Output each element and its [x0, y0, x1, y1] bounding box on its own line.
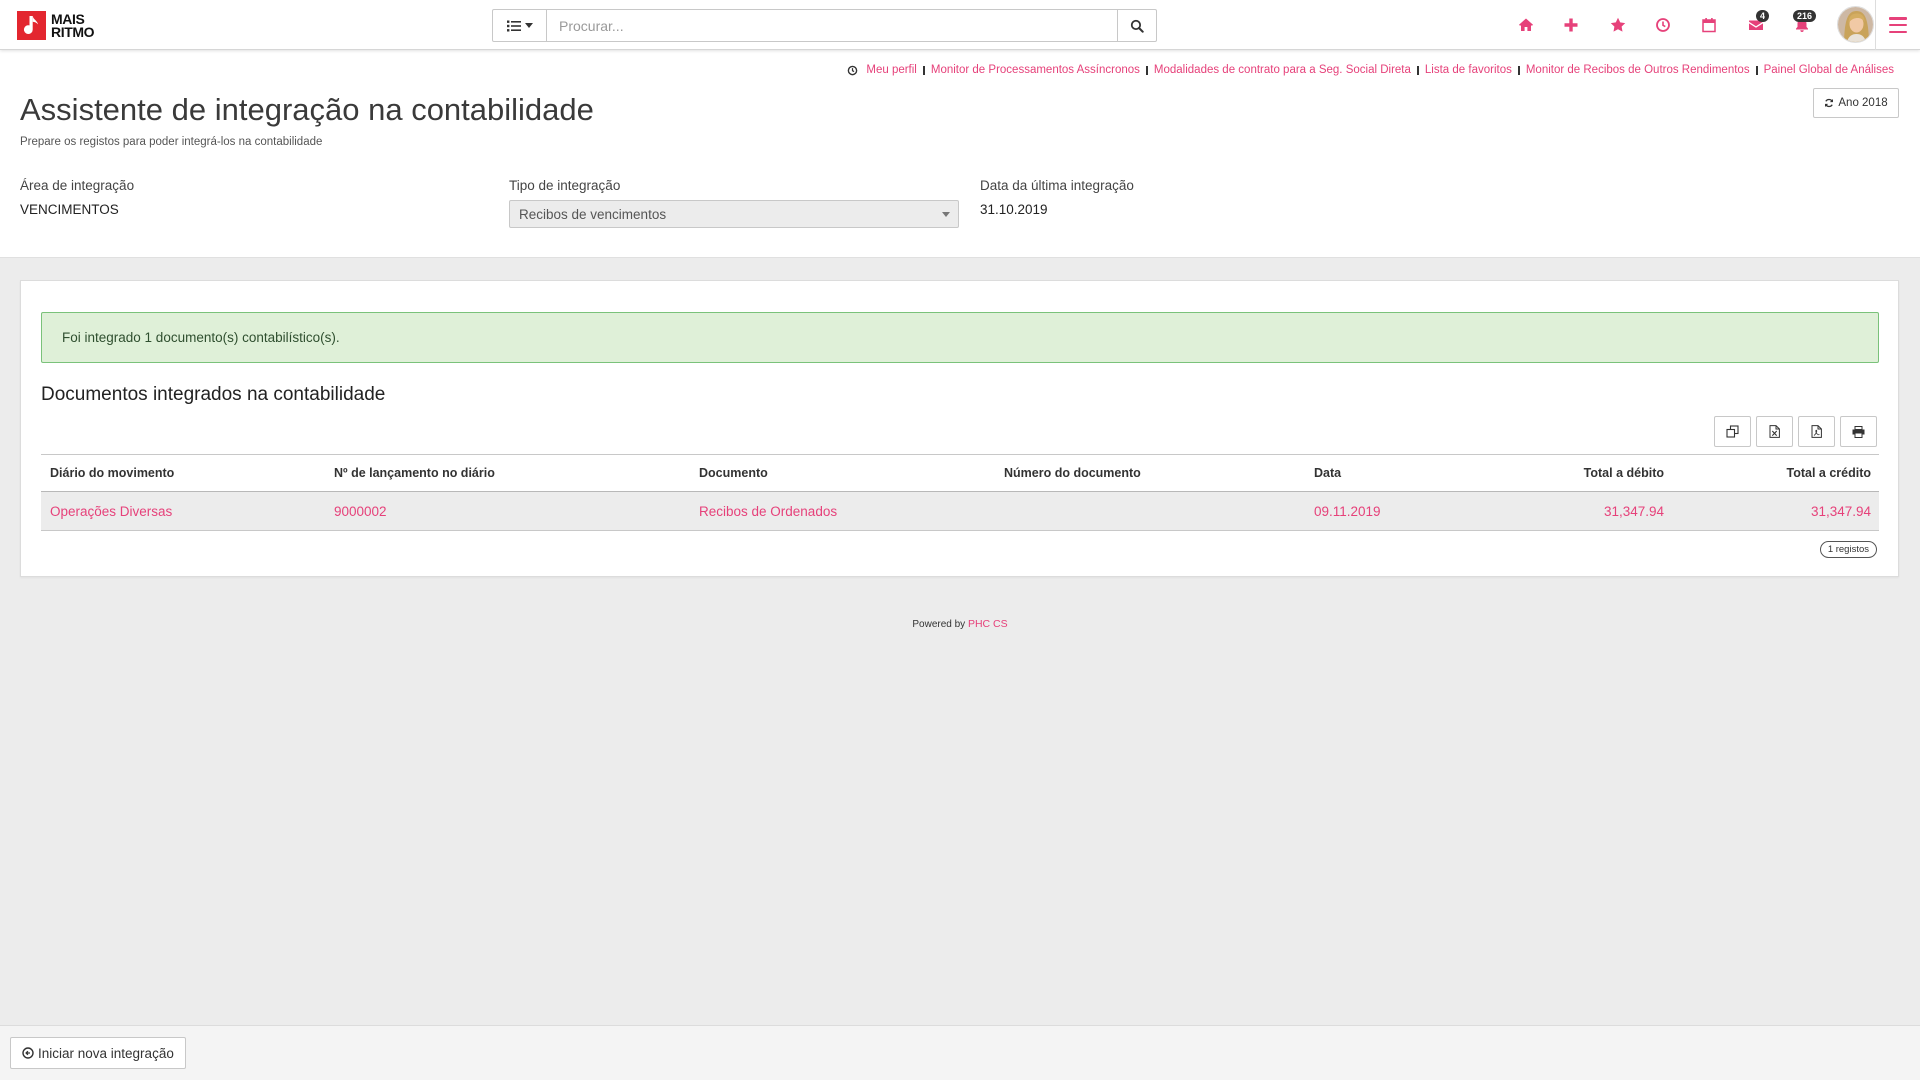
messages-badge: 4	[1756, 10, 1770, 22]
table-toolbar	[1714, 416, 1877, 447]
integration-type-label: Tipo de integração	[509, 178, 621, 193]
copy-icon	[1726, 425, 1739, 438]
link-separator	[922, 65, 925, 75]
logo-wordmark: MAIS RITMO	[51, 12, 95, 40]
area-value: VENCIMENTOS	[20, 202, 119, 217]
logo-line-2: RITMO	[51, 23, 95, 40]
success-alert: Foi integrado 1 documento(s) contabilíst…	[41, 312, 1879, 363]
new-integration-label: Iniciar nova integração	[38, 1045, 174, 1061]
cell-diario: Operações Diversas	[41, 491, 325, 531]
export-pdf-button[interactable]	[1798, 416, 1835, 447]
excel-icon	[1769, 425, 1780, 438]
documents-table: Diário do movimento Nº de lançamento no …	[41, 454, 1879, 531]
data-link[interactable]: 09.11.2019	[1314, 504, 1381, 519]
search-button[interactable]	[1117, 10, 1156, 41]
arrow-circle-icon	[22, 1047, 34, 1059]
refresh-icon	[1824, 98, 1834, 108]
top-navbar: MAIS RITMO Procurar... 4 216	[0, 0, 1920, 50]
link-separator	[1145, 65, 1148, 75]
powered-by-prefix: Powered by	[912, 619, 966, 630]
column-header-lancamento[interactable]: Nº de lançamento no diário	[325, 454, 690, 492]
navbar-divider	[1875, 0, 1876, 50]
cell-total-credito: 31,347.94	[1672, 491, 1879, 531]
page-header: Meu perfil Monitor de Processamentos Ass…	[0, 50, 1920, 258]
cell-lancamento: 9000002	[325, 491, 690, 531]
column-header-total-debito[interactable]: Total a débito	[1481, 454, 1672, 492]
column-header-numero-documento[interactable]: Número do documento	[995, 454, 1305, 492]
music-note-logo-icon	[17, 11, 46, 40]
quick-link-meu-perfil[interactable]: Meu perfil	[866, 63, 917, 77]
cell-numero-documento	[995, 491, 1305, 531]
documents-card: Foi integrado 1 documento(s) contabilíst…	[20, 280, 1899, 577]
envelope-icon[interactable]: 4	[1746, 10, 1770, 35]
cell-data: 09.11.2019	[1305, 491, 1481, 531]
caret-down-icon	[942, 212, 950, 217]
cell-documento: Recibos de Ordenados	[690, 491, 995, 531]
link-separator	[1517, 65, 1520, 75]
plus-icon[interactable]	[1561, 15, 1581, 35]
new-integration-button[interactable]: Iniciar nova integração	[10, 1037, 186, 1069]
documento-link[interactable]: Recibos de Ordenados	[699, 504, 837, 519]
cell-total-debito: 31,347.94	[1481, 491, 1672, 531]
page-title: Assistente de integração na contabilidad…	[20, 92, 594, 127]
quick-link-monitor-processamentos[interactable]: Monitor de Processamentos Assíncronos	[931, 63, 1140, 77]
quick-link-painel-global[interactable]: Painel Global de Análises	[1764, 63, 1894, 77]
link-separator	[1416, 65, 1419, 75]
powered-by: Powered by PHC CS	[0, 617, 1920, 632]
print-button[interactable]	[1840, 416, 1877, 447]
last-integration-value: 31.10.2019	[980, 202, 1048, 217]
total-credito-link[interactable]: 31,347.94	[1811, 504, 1871, 519]
year-button[interactable]: Ano 2018	[1813, 88, 1899, 118]
user-avatar[interactable]	[1837, 6, 1874, 43]
pdf-icon	[1811, 425, 1822, 438]
lancamento-link[interactable]: 9000002	[334, 504, 387, 519]
link-separator	[1755, 65, 1758, 75]
integration-type-value: Recibos de vencimentos	[519, 206, 667, 222]
column-header-total-credito[interactable]: Total a crédito	[1672, 454, 1879, 492]
page-subtitle: Prepare os registos para poder integrá-l…	[20, 136, 323, 148]
home-icon[interactable]	[1516, 15, 1536, 35]
bell-icon[interactable]: 216	[1792, 10, 1817, 35]
total-debito-link[interactable]: 31,347.94	[1604, 504, 1664, 519]
calendar-icon[interactable]	[1699, 15, 1719, 35]
table-row[interactable]: Operações Diversas 9000002 Recibos de Or…	[41, 491, 1879, 531]
last-integration-label: Data da última integração	[980, 178, 1134, 193]
search-input[interactable]	[547, 10, 1117, 41]
quick-link-monitor-recibos[interactable]: Monitor de Recibos de Outros Rendimentos	[1526, 63, 1750, 77]
section-title: Documentos integrados na contabilidade	[41, 384, 386, 405]
copy-button[interactable]	[1714, 416, 1751, 447]
history-clock-icon	[847, 65, 858, 76]
caret-down-icon	[524, 23, 533, 28]
hamburger-icon[interactable]	[1889, 16, 1907, 34]
star-icon[interactable]	[1608, 15, 1628, 35]
year-button-label: Ano 2018	[1838, 97, 1888, 109]
area-label: Área de integração	[20, 178, 135, 193]
quick-links-bar: Meu perfil Monitor de Processamentos Ass…	[847, 63, 1894, 77]
app-logo[interactable]: MAIS RITMO	[17, 10, 95, 41]
powered-by-brand[interactable]: PHC CS	[968, 618, 1008, 630]
diario-link[interactable]: Operações Diversas	[50, 504, 172, 519]
notifications-badge: 216	[1793, 10, 1817, 22]
list-icon	[506, 20, 521, 32]
integration-type-select[interactable]: Recibos de vencimentos	[509, 200, 959, 228]
search-icon	[1130, 19, 1144, 33]
search-bar	[492, 9, 1157, 42]
column-header-documento[interactable]: Documento	[690, 454, 995, 492]
clock-icon[interactable]	[1653, 15, 1673, 35]
footer-bar: Iniciar nova integração	[0, 1025, 1920, 1080]
search-mode-dropdown[interactable]	[493, 10, 547, 41]
table-header-row: Diário do movimento Nº de lançamento no …	[41, 454, 1879, 492]
export-excel-button[interactable]	[1756, 416, 1793, 447]
column-header-diario[interactable]: Diário do movimento	[41, 454, 325, 492]
quick-link-modalidades-contrato[interactable]: Modalidades de contrato para a Seg. Soci…	[1154, 63, 1411, 77]
record-count-badge: 1 registos	[1819, 541, 1877, 558]
print-icon	[1852, 425, 1865, 438]
quick-link-lista-favoritos[interactable]: Lista de favoritos	[1425, 63, 1512, 77]
column-header-data[interactable]: Data	[1305, 454, 1481, 492]
